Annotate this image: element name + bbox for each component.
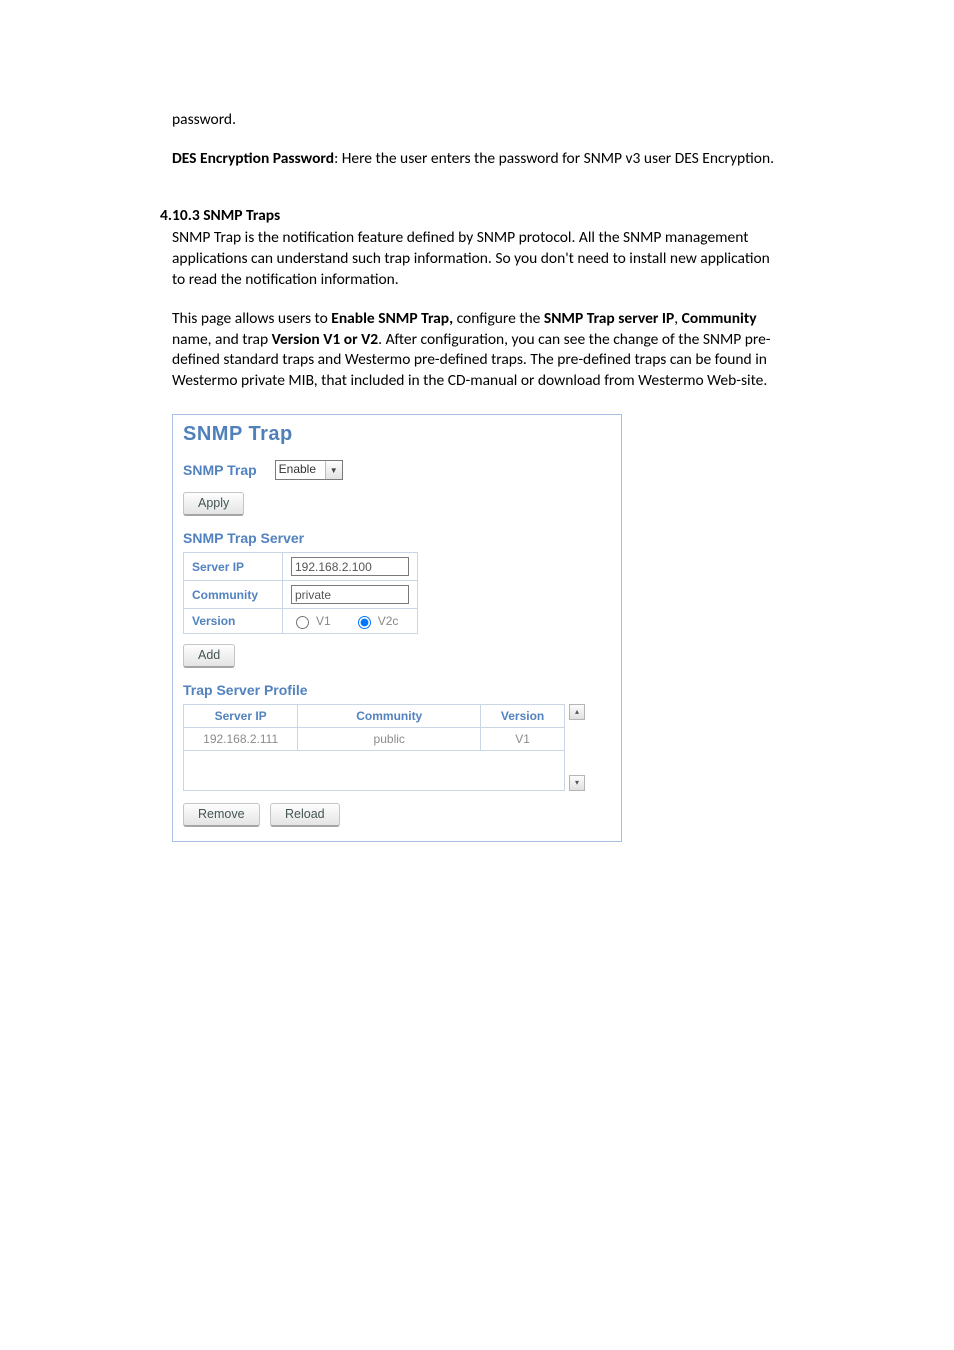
version-v2c-radio[interactable]: V2c xyxy=(353,613,399,629)
paragraph-password: password. xyxy=(172,110,784,131)
chevron-down-icon: ▼ xyxy=(325,461,342,479)
des-text: : Here the user enters the password for … xyxy=(334,149,774,168)
snmp-trap-enable-dropdown[interactable]: Enable ▼ xyxy=(275,460,343,480)
trap-server-form: Server IP Community Version V1 V2c xyxy=(183,552,418,634)
trap-server-profile-table: Server IP Community Version 192.168.2.11… xyxy=(183,704,565,791)
paragraph-des: DES Encryption Password: Here the user e… xyxy=(172,149,784,170)
cell-community: public xyxy=(298,728,481,751)
version-v1-radio[interactable]: V1 xyxy=(291,613,331,629)
dropdown-value: Enable xyxy=(276,461,325,479)
scroll-down-icon[interactable]: ▾ xyxy=(569,775,585,791)
snmp-trap-panel: SNMP Trap SNMP Trap Enable ▼ Apply SNMP … xyxy=(172,414,622,842)
table-row[interactable]: 192.168.2.111 public V1 xyxy=(184,728,565,751)
cell-version: V1 xyxy=(481,728,565,751)
snmp-trap-server-heading: SNMP Trap Server xyxy=(183,530,611,546)
panel-title: SNMP Trap xyxy=(183,423,611,446)
server-ip-input[interactable] xyxy=(291,557,409,576)
remove-button[interactable]: Remove xyxy=(183,803,260,827)
scroll-up-icon[interactable]: ▴ xyxy=(569,704,585,720)
section-heading-snmp-traps: 4.10.3 SNMP Traps xyxy=(160,206,784,225)
trap-server-profile-heading: Trap Server Profile xyxy=(183,682,611,698)
col-server-ip: Server IP xyxy=(184,705,298,728)
community-label: Community xyxy=(184,581,283,609)
paragraph-snmp-trap-intro: SNMP Trap is the notification feature de… xyxy=(172,228,784,291)
reload-button[interactable]: Reload xyxy=(270,803,340,827)
server-ip-label: Server IP xyxy=(184,553,283,581)
paragraph-snmp-trap-config: This page allows users to Enable SNMP Tr… xyxy=(172,309,784,393)
apply-button[interactable]: Apply xyxy=(183,492,244,516)
profile-scrollbar[interactable]: ▴ ▾ xyxy=(569,704,585,791)
snmp-trap-enable-label: SNMP Trap xyxy=(183,462,257,478)
cell-server-ip: 192.168.2.111 xyxy=(184,728,298,751)
add-button[interactable]: Add xyxy=(183,644,235,668)
version-label: Version xyxy=(184,609,283,634)
col-version: Version xyxy=(481,705,565,728)
des-label: DES Encryption Password xyxy=(172,149,334,168)
community-input[interactable] xyxy=(291,585,409,604)
col-community: Community xyxy=(298,705,481,728)
